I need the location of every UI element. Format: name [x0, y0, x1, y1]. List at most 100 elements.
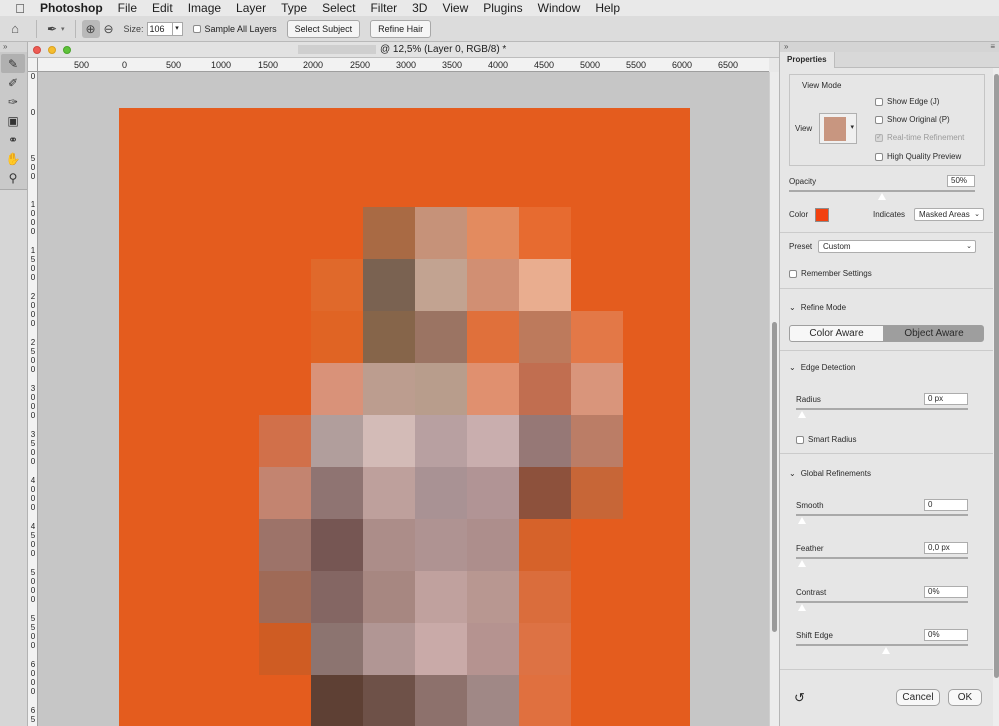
cancel-button[interactable]: Cancel — [896, 689, 940, 706]
menu-photoshop[interactable]: Photoshop — [40, 1, 112, 15]
shift-edge-slider[interactable] — [796, 644, 968, 646]
lasso-icon[interactable]: ⚭ — [0, 130, 26, 149]
radius-slider[interactable] — [796, 408, 968, 410]
pixel-block — [259, 467, 311, 519]
refine-edge-brush-icon[interactable]: ✎ — [1, 54, 25, 73]
menu-plugins[interactable]: Plugins — [483, 1, 531, 15]
checkbox-box[interactable] — [875, 152, 883, 161]
show-original-label: Show Original (P) — [887, 115, 950, 124]
horizontal-ruler[interactable]: 500 0 500 1000 1500 2000 2500 3000 3500 … — [38, 58, 769, 72]
remember-settings-checkbox[interactable]: Remember Settings — [789, 269, 872, 278]
size-input[interactable]: 106 — [146, 21, 173, 36]
checkbox-box[interactable] — [875, 97, 883, 106]
chevron-down-icon[interactable]: ⌄ — [789, 363, 796, 372]
high-quality-preview-checkbox[interactable]: High Quality Preview — [875, 152, 961, 161]
menu-3d[interactable]: 3D — [412, 1, 436, 15]
shift-edge-slider-knob[interactable] — [881, 646, 891, 655]
chevron-down-icon[interactable]: ⌄ — [789, 303, 796, 312]
refine-hair-button[interactable]: Refine Hair — [370, 19, 432, 38]
indicates-select[interactable]: Masked Areas ⌄ — [914, 208, 984, 221]
checkbox-box[interactable] — [796, 435, 804, 444]
menu-view[interactable]: View — [442, 1, 477, 15]
panel-menu-icon[interactable]: ≡ — [990, 42, 995, 52]
show-original-checkbox[interactable]: Show Original (P) — [875, 115, 950, 124]
overlay-color-swatch[interactable] — [815, 208, 829, 222]
color-aware-button[interactable]: Color Aware — [789, 325, 884, 342]
smooth-slider[interactable] — [796, 514, 968, 516]
collapse-panel-icon[interactable]: » — [0, 42, 27, 52]
refine-mode-header[interactable]: ⌄ Refine Mode — [789, 303, 846, 312]
menu-window[interactable]: Window — [538, 1, 590, 15]
feather-input[interactable]: 0,0 px — [924, 542, 968, 554]
chevron-down-icon[interactable]: ⌄ — [966, 241, 972, 252]
canvas-area[interactable] — [38, 72, 769, 726]
hand-icon[interactable]: ✋ — [0, 149, 26, 168]
scrollbar-thumb[interactable] — [994, 74, 999, 678]
options-bar: ⌂ ✒ ▾ ⊕ ⊖ Size: 106 ▾ Sample All Layers … — [0, 16, 999, 42]
radius-slider-knob[interactable] — [797, 410, 807, 419]
global-refinements-header[interactable]: ⌄ Global Refinements — [789, 469, 871, 478]
properties-panel: » ≡ Properties View Mode View ▾ Show Edg… — [779, 42, 999, 726]
preset-select[interactable]: Custom ⌄ — [818, 240, 976, 253]
menu-edit[interactable]: Edit — [152, 1, 182, 15]
edge-detection-header[interactable]: ⌄ Edge Detection — [789, 363, 855, 372]
chevron-down-icon[interactable]: ▾ — [850, 123, 854, 131]
chevron-down-icon[interactable]: ⌄ — [974, 209, 980, 220]
show-edge-checkbox[interactable]: Show Edge (J) — [875, 97, 939, 106]
view-mode-picker[interactable]: ▾ — [819, 113, 857, 144]
size-dropdown-icon[interactable]: ▾ — [172, 21, 183, 36]
minimize-window-icon[interactable] — [48, 46, 56, 54]
tool-preset-brush-icon[interactable]: ✒ — [43, 20, 61, 38]
feather-slider[interactable] — [796, 557, 968, 559]
menu-select[interactable]: Select — [322, 1, 364, 15]
zoom-icon[interactable]: ⚲ — [0, 168, 26, 187]
properties-scrollbar[interactable] — [993, 68, 999, 726]
contrast-slider[interactable] — [796, 601, 968, 603]
apple-icon[interactable]:  — [0, 1, 40, 16]
quick-selection-icon[interactable]: ✑ — [0, 92, 26, 111]
chevron-down-icon[interactable]: ▾ — [61, 25, 65, 33]
contrast-slider-knob[interactable] — [797, 603, 807, 612]
menu-file[interactable]: File — [118, 1, 146, 15]
collapse-panel-icon[interactable]: » — [784, 42, 788, 52]
vertical-ruler[interactable]: 0 0 5 0 0 1 0 0 0 1 5 0 0 2 0 0 0 2 5 0 … — [28, 72, 38, 726]
contrast-input[interactable]: 0% — [924, 586, 968, 598]
pixel-block — [519, 675, 571, 726]
menu-type[interactable]: Type — [281, 1, 316, 15]
object-aware-button[interactable]: Object Aware — [884, 325, 984, 342]
brush-icon[interactable]: ✐ — [0, 73, 26, 92]
chevron-down-icon[interactable]: ⌄ — [789, 469, 796, 478]
menu-layer[interactable]: Layer — [236, 1, 275, 15]
feather-slider-knob[interactable] — [797, 559, 807, 568]
smooth-input[interactable]: 0 — [924, 499, 968, 511]
opacity-input[interactable]: 50% — [947, 175, 975, 187]
smart-radius-checkbox[interactable]: Smart Radius — [796, 435, 856, 444]
ruler-origin[interactable] — [28, 58, 38, 72]
subtract-from-selection-icon[interactable]: ⊖ — [100, 20, 118, 38]
menu-image[interactable]: Image — [188, 1, 230, 15]
ok-button[interactable]: OK — [948, 689, 982, 706]
document-image[interactable] — [119, 108, 690, 726]
zoom-window-icon[interactable] — [63, 46, 71, 54]
pixel-block — [311, 675, 363, 726]
add-to-selection-icon[interactable]: ⊕ — [81, 19, 100, 38]
select-subject-button[interactable]: Select Subject — [286, 19, 361, 38]
checkbox-box[interactable] — [192, 24, 201, 33]
sample-all-layers-checkbox[interactable]: Sample All Layers — [192, 24, 277, 34]
checkbox-box[interactable] — [875, 115, 883, 124]
tab-properties[interactable]: Properties — [780, 52, 835, 68]
reset-icon[interactable]: ↺ — [794, 690, 805, 706]
checkbox-box[interactable] — [789, 269, 797, 278]
radius-input[interactable]: 0 px — [924, 393, 968, 405]
menu-filter[interactable]: Filter — [370, 1, 406, 15]
opacity-slider-knob[interactable] — [877, 192, 887, 201]
shift-edge-input[interactable]: 0% — [924, 629, 968, 641]
object-selection-icon[interactable]: ▣ — [0, 111, 26, 130]
canvas-vertical-scrollbar[interactable] — [769, 72, 779, 726]
scrollbar-thumb[interactable] — [772, 322, 777, 632]
close-window-icon[interactable] — [33, 46, 41, 54]
home-icon[interactable]: ⌂ — [0, 21, 30, 36]
smooth-slider-knob[interactable] — [797, 516, 807, 525]
opacity-slider[interactable] — [789, 190, 975, 192]
menu-help[interactable]: Help — [595, 1, 629, 15]
